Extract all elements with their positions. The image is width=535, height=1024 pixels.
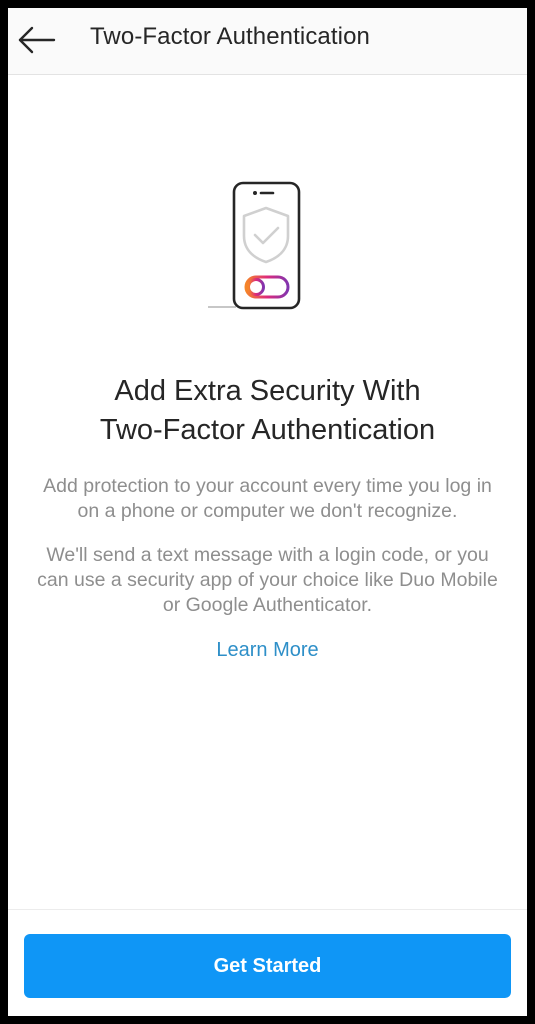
footer-divider <box>8 909 527 910</box>
security-illustration <box>206 178 306 313</box>
arrow-left-icon <box>18 26 56 54</box>
learn-more-link[interactable]: Learn More <box>8 639 527 662</box>
get-started-button[interactable]: Get Started <box>24 934 511 998</box>
back-button[interactable] <box>14 18 58 62</box>
top-bar: Two-Factor Authentication <box>8 8 527 75</box>
get-started-label: Get Started <box>213 954 322 977</box>
learn-more-label: Learn More <box>216 639 319 661</box>
headline: Add Extra Security With Two-Factor Authe… <box>8 372 527 450</box>
page-title: Two-Factor Authentication <box>90 23 370 50</box>
screen: Two-Factor Authentication Add Extra Secu… <box>8 8 527 1016</box>
description-paragraph-1: Add protection to your account every tim… <box>43 475 492 522</box>
headline-line-2: Two-Factor Authentication <box>99 414 436 446</box>
headline-line-1: Add Extra Security With <box>114 375 421 407</box>
description-paragraph-2: We'll send a text message with a login c… <box>37 544 498 616</box>
